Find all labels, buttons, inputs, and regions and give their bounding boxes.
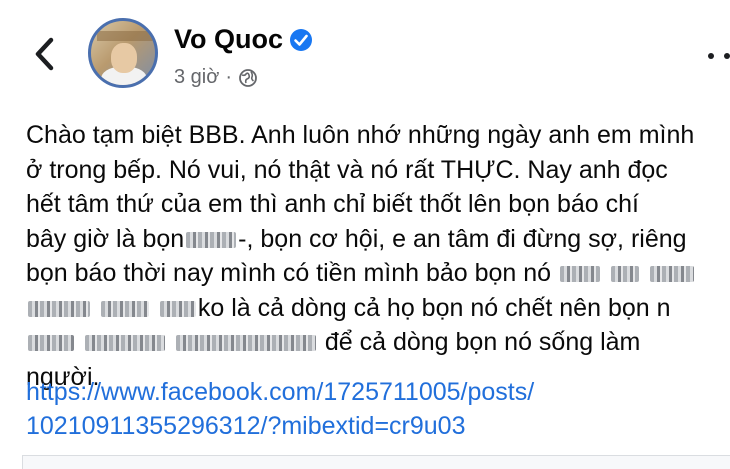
post-text-line: ở trong bếp. Nó vui, nó thật và nó rất T… (26, 155, 668, 184)
post-text-line: hết tâm thứ của em thì anh chỉ biết thốt… (26, 190, 639, 218)
blurred-text (100, 300, 149, 317)
post-text-segment: -, bọn cơ hội, e an tâm đi đừng sợ, riên… (238, 224, 687, 253)
blurred-text (84, 335, 165, 352)
post-text-line: bọn báo thời nay mình có tiền mình bảo b… (26, 256, 730, 291)
chevron-left-icon (35, 37, 54, 71)
link-preview-card[interactable] (22, 455, 730, 469)
post-text-segment: bây giờ là bọn (26, 224, 185, 253)
post-text-line: để cả dòng bọn nó sống làm (26, 325, 730, 360)
blurred-text (560, 266, 601, 283)
blurred-text (611, 266, 639, 283)
verified-badge-icon (290, 28, 313, 51)
blurred-text (159, 300, 196, 317)
post-link-line: 10210911355296312/?mibextid=cr9u03 (26, 412, 466, 440)
blurred-text (175, 335, 316, 352)
more-dots-icon (724, 53, 730, 59)
post-text-segment: ko là cả dòng cả họ bọn nó chết nên bọn … (197, 293, 671, 322)
post-time[interactable]: 3 giờ (174, 66, 219, 89)
post-meta: 3 giờ · (174, 66, 258, 89)
post-text-line: ko là cả dòng cả họ bọn nó chết nên bọn … (26, 291, 730, 326)
blurred-text (28, 335, 74, 352)
meta-separator: · (225, 66, 233, 88)
back-button[interactable] (26, 34, 62, 74)
globe-icon[interactable] (238, 68, 258, 88)
post-link-line: https://www.facebook.com/1725711005/post… (26, 378, 535, 406)
author-name: Vo Quoc (174, 24, 284, 54)
post-body: Chào tạm biệt BBB. Anh luôn nhớ những ng… (26, 118, 730, 394)
post-text-segment: để cả dòng bọn nó sống làm (324, 328, 641, 356)
blurred-text (186, 231, 237, 248)
blurred-text (649, 266, 694, 283)
post-text-line: bây giờ là bọn -, bọn cơ hội, e an tâm đi… (26, 222, 730, 257)
blurred-text (28, 300, 90, 317)
post-text-line: Chào tạm biệt BBB. Anh luôn nhớ những ng… (26, 121, 695, 149)
more-options-button[interactable] (708, 44, 730, 68)
post-text-segment: bọn báo thời nay mình có tiền mình bảo b… (26, 259, 552, 287)
avatar-background (97, 31, 153, 41)
avatar[interactable] (88, 18, 158, 88)
post-header: Vo Quoc 3 giờ · (0, 0, 730, 110)
more-dots-icon (708, 53, 714, 59)
author-name-link[interactable]: Vo Quoc (174, 24, 313, 55)
post-link[interactable]: https://www.facebook.com/1725711005/post… (26, 375, 534, 443)
avatar-face (111, 43, 137, 73)
